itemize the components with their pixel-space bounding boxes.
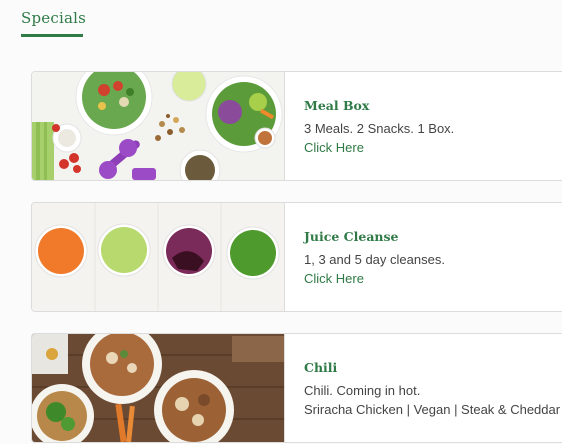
chili-description: Chili. Coming in hot. [304, 383, 421, 398]
chili-info: Chili Chili. Coming in hot. Sriracha Chi… [304, 360, 560, 419]
juice-cleanse-image [32, 203, 285, 311]
meal-box-title: Meal Box [304, 98, 370, 113]
special-card-juice-cleanse[interactable]: Juice Cleanse 1, 3 and 5 day cleanses. C… [31, 202, 562, 312]
meal-box-info: Meal Box 3 Meals. 2 Snacks. 1 Box. Click… [304, 98, 454, 157]
chili-image [32, 334, 285, 442]
juice-cleanse-title: Juice Cleanse [304, 229, 399, 244]
chili-varieties: Sriracha Chicken | Vegan | Steak & Chedd… [304, 402, 561, 417]
special-card-meal-box[interactable]: Meal Box 3 Meals. 2 Snacks. 1 Box. Click… [31, 71, 562, 181]
meal-box-image [32, 72, 285, 180]
meal-box-description: 3 Meals. 2 Snacks. 1 Box. [304, 121, 455, 136]
meal-box-link[interactable]: Click Here [304, 138, 454, 157]
tab-active-underline [21, 34, 83, 37]
juice-cleanse-description: 1, 3 and 5 day cleanses. [304, 252, 445, 267]
chili-title: Chili [304, 360, 338, 375]
juice-cleanse-link[interactable]: Click Here [304, 269, 445, 288]
tab-specials-label: Specials [21, 9, 86, 27]
juice-cleanse-info: Juice Cleanse 1, 3 and 5 day cleanses. C… [304, 229, 445, 288]
special-card-chili[interactable]: Chili Chili. Coming in hot. Sriracha Chi… [31, 333, 562, 443]
